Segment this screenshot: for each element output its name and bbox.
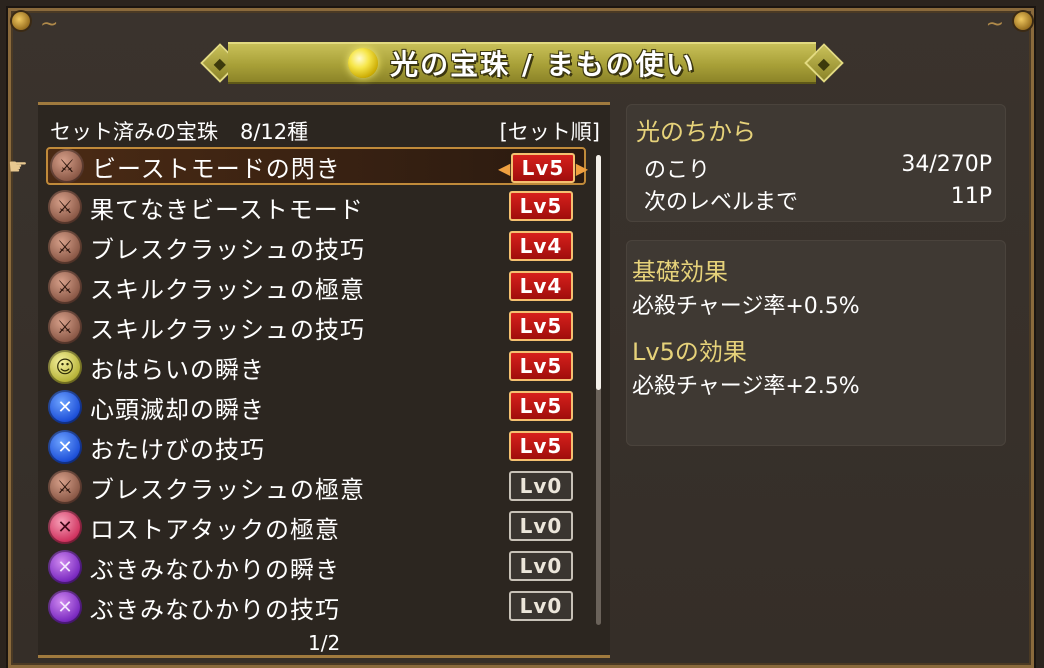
list-item[interactable]: ⚔ ブレスクラッシュの極意 Lv0 bbox=[46, 467, 590, 507]
base-effect-title: 基礎効果 bbox=[632, 258, 728, 286]
level-control: Lv0 bbox=[498, 509, 584, 543]
next-level-label: 次のレベルまで bbox=[644, 190, 799, 215]
level-control: Lv5 bbox=[498, 389, 584, 423]
level-effect-text: 必殺チャージ率+2.5% bbox=[632, 374, 860, 399]
level-control: Lv0 bbox=[498, 549, 584, 583]
level-control: Lv5 bbox=[498, 429, 584, 463]
orb-gem-icon: ⚔ bbox=[48, 270, 82, 304]
level-badge: Lv4 bbox=[509, 271, 573, 301]
level-control: Lv5 bbox=[498, 349, 584, 383]
list-item[interactable]: ✕ ロストアタックの極意 Lv0 bbox=[46, 507, 590, 547]
level-badge: Lv0 bbox=[509, 511, 573, 541]
remaining-value: 34/270P bbox=[901, 152, 992, 177]
orb-gem-icon: ✕ bbox=[48, 430, 82, 464]
orb-gem-icon: ⚔ bbox=[48, 230, 82, 264]
corner-curl-icon: ~ bbox=[985, 12, 1004, 37]
page-indicator: 1/2 bbox=[308, 631, 341, 655]
list-item[interactable]: ⚔ スキルクラッシュの技巧 Lv5 bbox=[46, 307, 590, 347]
scrollbar-thumb[interactable] bbox=[596, 155, 601, 390]
orb-gem-icon: ☺ bbox=[48, 350, 82, 384]
level-badge: Lv5 bbox=[509, 391, 573, 421]
list-header: セット済みの宝珠 8/12種 [セット順] bbox=[50, 117, 600, 145]
list-item[interactable]: ☛ ⚔ ビーストモードの閃き ◀ Lv5 ▶ bbox=[8, 147, 588, 185]
level-control: Lv0 bbox=[498, 589, 584, 623]
corner-curl-icon: ~ bbox=[40, 12, 59, 37]
level-badge: Lv4 bbox=[509, 231, 573, 261]
list-item[interactable]: ✕ ぶきみなひかりの瞬き Lv0 bbox=[46, 547, 590, 587]
orb-gem-icon: ⚔ bbox=[48, 190, 82, 224]
list-item[interactable]: ✕ おたけびの技巧 Lv5 bbox=[46, 427, 590, 467]
orb-gem-icon: ⚔ bbox=[48, 310, 82, 344]
orb-list: ☛ ⚔ ビーストモードの閃き ◀ Lv5 ▶ ⚔ 果てなきビーストモード Lv5 ⚔ ブレスクラッシ… bbox=[8, 147, 590, 627]
effects-panel: 基礎効果 必殺チャージ率+0.5% Lv5の効果 必殺チャージ率+2.5% bbox=[626, 240, 1006, 446]
corner-ornament-icon bbox=[12, 12, 30, 30]
level-control: Lv4 bbox=[498, 229, 584, 263]
level-badge: Lv5 bbox=[509, 431, 573, 461]
selection-pointer-icon: ☛ bbox=[8, 155, 28, 180]
orb-gem-icon: ⚔ bbox=[50, 149, 84, 183]
list-title: セット済みの宝珠 bbox=[50, 120, 218, 144]
level-badge: Lv0 bbox=[509, 551, 573, 581]
light-power-panel: 光のちから のこり 34/270P 次のレベルまで 11P bbox=[626, 104, 1006, 222]
orb-gem-icon: ✕ bbox=[48, 590, 82, 624]
level-control: Lv4 bbox=[498, 269, 584, 303]
sort-order-label[interactable]: [セット順] bbox=[500, 116, 600, 146]
list-item[interactable]: ✕ ぶきみなひかりの技巧 Lv0 bbox=[46, 587, 590, 627]
level-badge: Lv0 bbox=[509, 591, 573, 621]
level-effect-title: Lv5の効果 bbox=[632, 338, 747, 366]
orb-gem-icon: ✕ bbox=[48, 510, 82, 544]
light-orb-icon bbox=[348, 48, 379, 78]
level-control: Lv0 bbox=[498, 469, 584, 503]
level-badge: Lv5 bbox=[509, 311, 573, 341]
orb-gem-icon: ✕ bbox=[48, 390, 82, 424]
level-control: Lv5 bbox=[498, 189, 584, 223]
list-item[interactable]: ⚔ スキルクラッシュの極意 Lv4 bbox=[46, 267, 590, 307]
list-item[interactable]: ⚔ ブレスクラッシュの技巧 Lv4 bbox=[46, 227, 590, 267]
level-badge: Lv5 bbox=[509, 191, 573, 221]
scrollbar[interactable] bbox=[596, 155, 601, 625]
level-control[interactable]: ◀ Lv5 ▶ bbox=[498, 151, 588, 185]
next-level-value: 11P bbox=[950, 184, 992, 209]
list-item[interactable]: ✕ 心頭滅却の瞬き Lv5 bbox=[46, 387, 590, 427]
orb-gem-icon: ✕ bbox=[48, 550, 82, 584]
page-title: 光の宝珠 / まもの使い bbox=[390, 48, 696, 81]
level-increase-arrow-icon[interactable]: ▶ bbox=[576, 159, 588, 178]
title-banner: 光の宝珠 / まもの使い bbox=[228, 42, 816, 84]
corner-ornament-icon bbox=[1014, 12, 1032, 30]
orb-list-panel: セット済みの宝珠 8/12種 [セット順] ☛ ⚔ ビーストモードの閃き ◀ Lv5 ▶ ⚔ 果… bbox=[8, 102, 610, 658]
list-item[interactable]: ☺ おはらいの瞬き Lv5 bbox=[46, 347, 590, 387]
level-badge: Lv5 bbox=[511, 153, 575, 183]
level-control: Lv5 bbox=[498, 309, 584, 343]
list-count: 8/12種 bbox=[240, 120, 309, 144]
list-item[interactable]: ⚔ 果てなきビーストモード Lv5 bbox=[46, 187, 590, 227]
orb-gem-icon: ⚔ bbox=[48, 470, 82, 504]
base-effect-text: 必殺チャージ率+0.5% bbox=[632, 294, 860, 319]
level-badge: Lv5 bbox=[509, 351, 573, 381]
banner-right-cap-icon: ◆ bbox=[804, 42, 844, 84]
remaining-label: のこり bbox=[644, 158, 711, 183]
level-badge: Lv0 bbox=[509, 471, 573, 501]
level-decrease-arrow-icon[interactable]: ◀ bbox=[498, 159, 510, 178]
power-title: 光のちから bbox=[636, 118, 756, 146]
